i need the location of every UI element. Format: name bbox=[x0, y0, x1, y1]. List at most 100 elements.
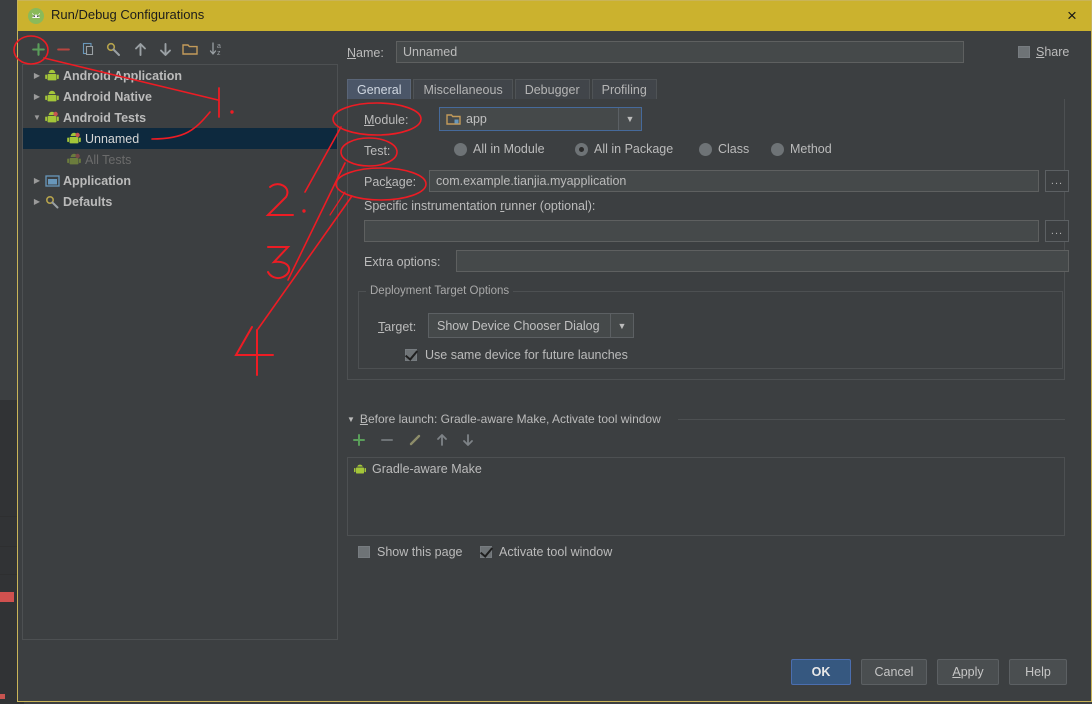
target-label: Target: bbox=[378, 320, 417, 334]
module-label: Module: bbox=[364, 113, 409, 127]
collapse-arrow-icon[interactable]: ▼ bbox=[347, 415, 355, 424]
module-combobox-value-wrap: app bbox=[440, 112, 618, 126]
module-folder-icon bbox=[446, 113, 461, 126]
activate-tool-window-label: Activate tool window bbox=[499, 545, 613, 559]
before-launch-separator bbox=[678, 419, 1065, 420]
tree-item-unnamed[interactable]: Unnamed bbox=[23, 128, 337, 149]
tree-item-label: Android Tests bbox=[63, 110, 147, 125]
module-combobox[interactable]: app ▼ bbox=[439, 107, 642, 131]
radio-method-dot[interactable] bbox=[771, 142, 784, 156]
tab-profiling[interactable]: Profiling bbox=[591, 79, 657, 100]
remove-icon[interactable] bbox=[52, 37, 74, 61]
activate-tool-window-checkbox-box[interactable] bbox=[480, 546, 492, 558]
package-input[interactable] bbox=[429, 170, 1039, 192]
tree-item-label: Defaults bbox=[63, 194, 113, 209]
remove-task-icon[interactable] bbox=[380, 433, 394, 447]
move-up-icon[interactable] bbox=[129, 37, 151, 61]
instrumentation-runner-input[interactable] bbox=[364, 220, 1039, 242]
tree-item-all-tests[interactable]: All Tests bbox=[23, 149, 337, 170]
svg-text:a: a bbox=[217, 43, 221, 50]
name-label: Name: bbox=[347, 46, 384, 60]
radio-all-in-module-dot[interactable] bbox=[454, 142, 467, 156]
tab-general[interactable]: General bbox=[347, 79, 412, 100]
radio-class-label: Class bbox=[718, 142, 750, 156]
before-launch-task-item[interactable]: Gradle-aware Make bbox=[348, 458, 1064, 476]
move-task-up-icon[interactable] bbox=[436, 433, 448, 447]
apply-button[interactable]: Apply bbox=[937, 659, 999, 685]
run-debug-configurations-dialog: Run/Debug Configurations × a z ▶ Android… bbox=[17, 0, 1092, 702]
help-button[interactable]: Help bbox=[1009, 659, 1067, 685]
radio-method[interactable]: Method bbox=[771, 142, 832, 156]
sort-alphabetically-icon[interactable]: a z bbox=[206, 37, 228, 61]
instrumentation-runner-label: Specific instrumentation runner (optiona… bbox=[364, 199, 596, 213]
show-this-page-checkbox-box[interactable] bbox=[358, 546, 370, 558]
svg-text:z: z bbox=[217, 50, 221, 57]
package-label: Package: bbox=[364, 175, 417, 189]
tree-item-defaults[interactable]: ▶ Defaults bbox=[23, 191, 337, 212]
tree-item-android-native[interactable]: ▶ Android Native bbox=[23, 86, 337, 107]
before-launch-header[interactable]: ▼ Before launch: Gradle-aware Make, Acti… bbox=[347, 412, 661, 426]
background-error-marker bbox=[0, 592, 14, 602]
radio-all-in-package-dot[interactable] bbox=[575, 142, 588, 156]
tree-expand-arrow[interactable]: ▶ bbox=[29, 197, 45, 206]
test-label: Test: bbox=[364, 144, 391, 158]
tab-debugger[interactable]: Debugger bbox=[514, 79, 590, 100]
name-input[interactable] bbox=[396, 41, 964, 63]
copy-icon[interactable] bbox=[78, 37, 100, 61]
show-this-page-checkbox[interactable]: Show this page bbox=[358, 545, 462, 559]
edit-task-pencil-icon[interactable] bbox=[408, 433, 422, 447]
show-this-page-label: Show this page bbox=[377, 545, 463, 559]
use-same-device-checkbox[interactable]: Use same device for future launches bbox=[405, 348, 628, 362]
add-task-icon[interactable] bbox=[352, 433, 366, 447]
screen: Run/Debug Configurations × a z ▶ Android… bbox=[0, 0, 1092, 704]
android-test-icon bbox=[67, 153, 85, 167]
instrumentation-runner-browse-button[interactable]: ... bbox=[1045, 220, 1069, 242]
tree-item-android-application[interactable]: ▶ Android Application bbox=[23, 65, 337, 86]
configurations-toolbar: a z bbox=[22, 37, 342, 63]
radio-all-in-module[interactable]: All in Module bbox=[454, 142, 545, 156]
target-combobox[interactable]: Show Device Chooser Dialog ▼ bbox=[428, 313, 634, 338]
tree-expand-arrow[interactable]: ▼ bbox=[29, 113, 45, 122]
use-same-device-checkbox-box[interactable] bbox=[405, 349, 417, 361]
config-tabs[interactable]: General Miscellaneous Debugger Profiling bbox=[347, 78, 659, 100]
android-test-icon bbox=[67, 132, 85, 146]
package-browse-button[interactable]: ... bbox=[1045, 170, 1069, 192]
move-task-down-icon[interactable] bbox=[462, 433, 474, 447]
move-down-icon[interactable] bbox=[154, 37, 176, 61]
module-combobox-value: app bbox=[466, 112, 487, 126]
tree-item-application[interactable]: ▶ Application bbox=[23, 170, 337, 191]
tree-expand-arrow[interactable]: ▶ bbox=[29, 176, 45, 185]
activate-tool-window-checkbox[interactable]: Activate tool window bbox=[480, 545, 612, 559]
share-label: Share bbox=[1036, 45, 1070, 59]
before-launch-title: Before launch: Gradle-aware Make, Activa… bbox=[359, 412, 661, 426]
before-launch-task-list[interactable]: Gradle-aware Make bbox=[347, 457, 1065, 536]
share-checkbox[interactable]: Share bbox=[1018, 45, 1069, 59]
tree-item-android-tests[interactable]: ▼ Android Tests bbox=[23, 107, 337, 128]
android-icon bbox=[45, 69, 63, 83]
before-launch-toolbar bbox=[352, 433, 474, 447]
extra-options-label: Extra options: bbox=[364, 255, 441, 269]
extra-options-input[interactable] bbox=[456, 250, 1069, 272]
edit-defaults-wrench-icon[interactable] bbox=[103, 37, 125, 61]
tab-miscellaneous[interactable]: Miscellaneous bbox=[413, 79, 513, 100]
deployment-target-group-title: Deployment Target Options bbox=[366, 285, 514, 297]
android-icon bbox=[45, 90, 63, 104]
tree-expand-arrow[interactable]: ▶ bbox=[29, 71, 45, 80]
radio-class[interactable]: Class bbox=[699, 142, 749, 156]
gradle-android-icon bbox=[354, 463, 366, 476]
chevron-down-icon[interactable]: ▼ bbox=[618, 108, 641, 130]
target-combobox-value: Show Device Chooser Dialog bbox=[437, 318, 600, 333]
radio-class-dot[interactable] bbox=[699, 142, 712, 156]
add-icon[interactable] bbox=[27, 37, 49, 61]
share-checkbox-box[interactable] bbox=[1018, 46, 1030, 58]
cancel-button[interactable]: Cancel bbox=[861, 659, 927, 685]
configurations-tree[interactable]: ▶ Android Application ▶ Android Native ▼ Andr… bbox=[22, 64, 338, 640]
tree-expand-arrow[interactable]: ▶ bbox=[29, 92, 45, 101]
ok-button[interactable]: OK bbox=[791, 659, 851, 685]
use-same-device-label: Use same device for future launches bbox=[425, 348, 628, 362]
close-icon[interactable]: × bbox=[1061, 6, 1083, 26]
radio-all-in-package[interactable]: All in Package bbox=[575, 142, 673, 156]
target-chevron-down-icon[interactable]: ▼ bbox=[610, 314, 633, 337]
android-test-icon bbox=[45, 111, 63, 125]
folder-icon[interactable] bbox=[179, 37, 201, 61]
